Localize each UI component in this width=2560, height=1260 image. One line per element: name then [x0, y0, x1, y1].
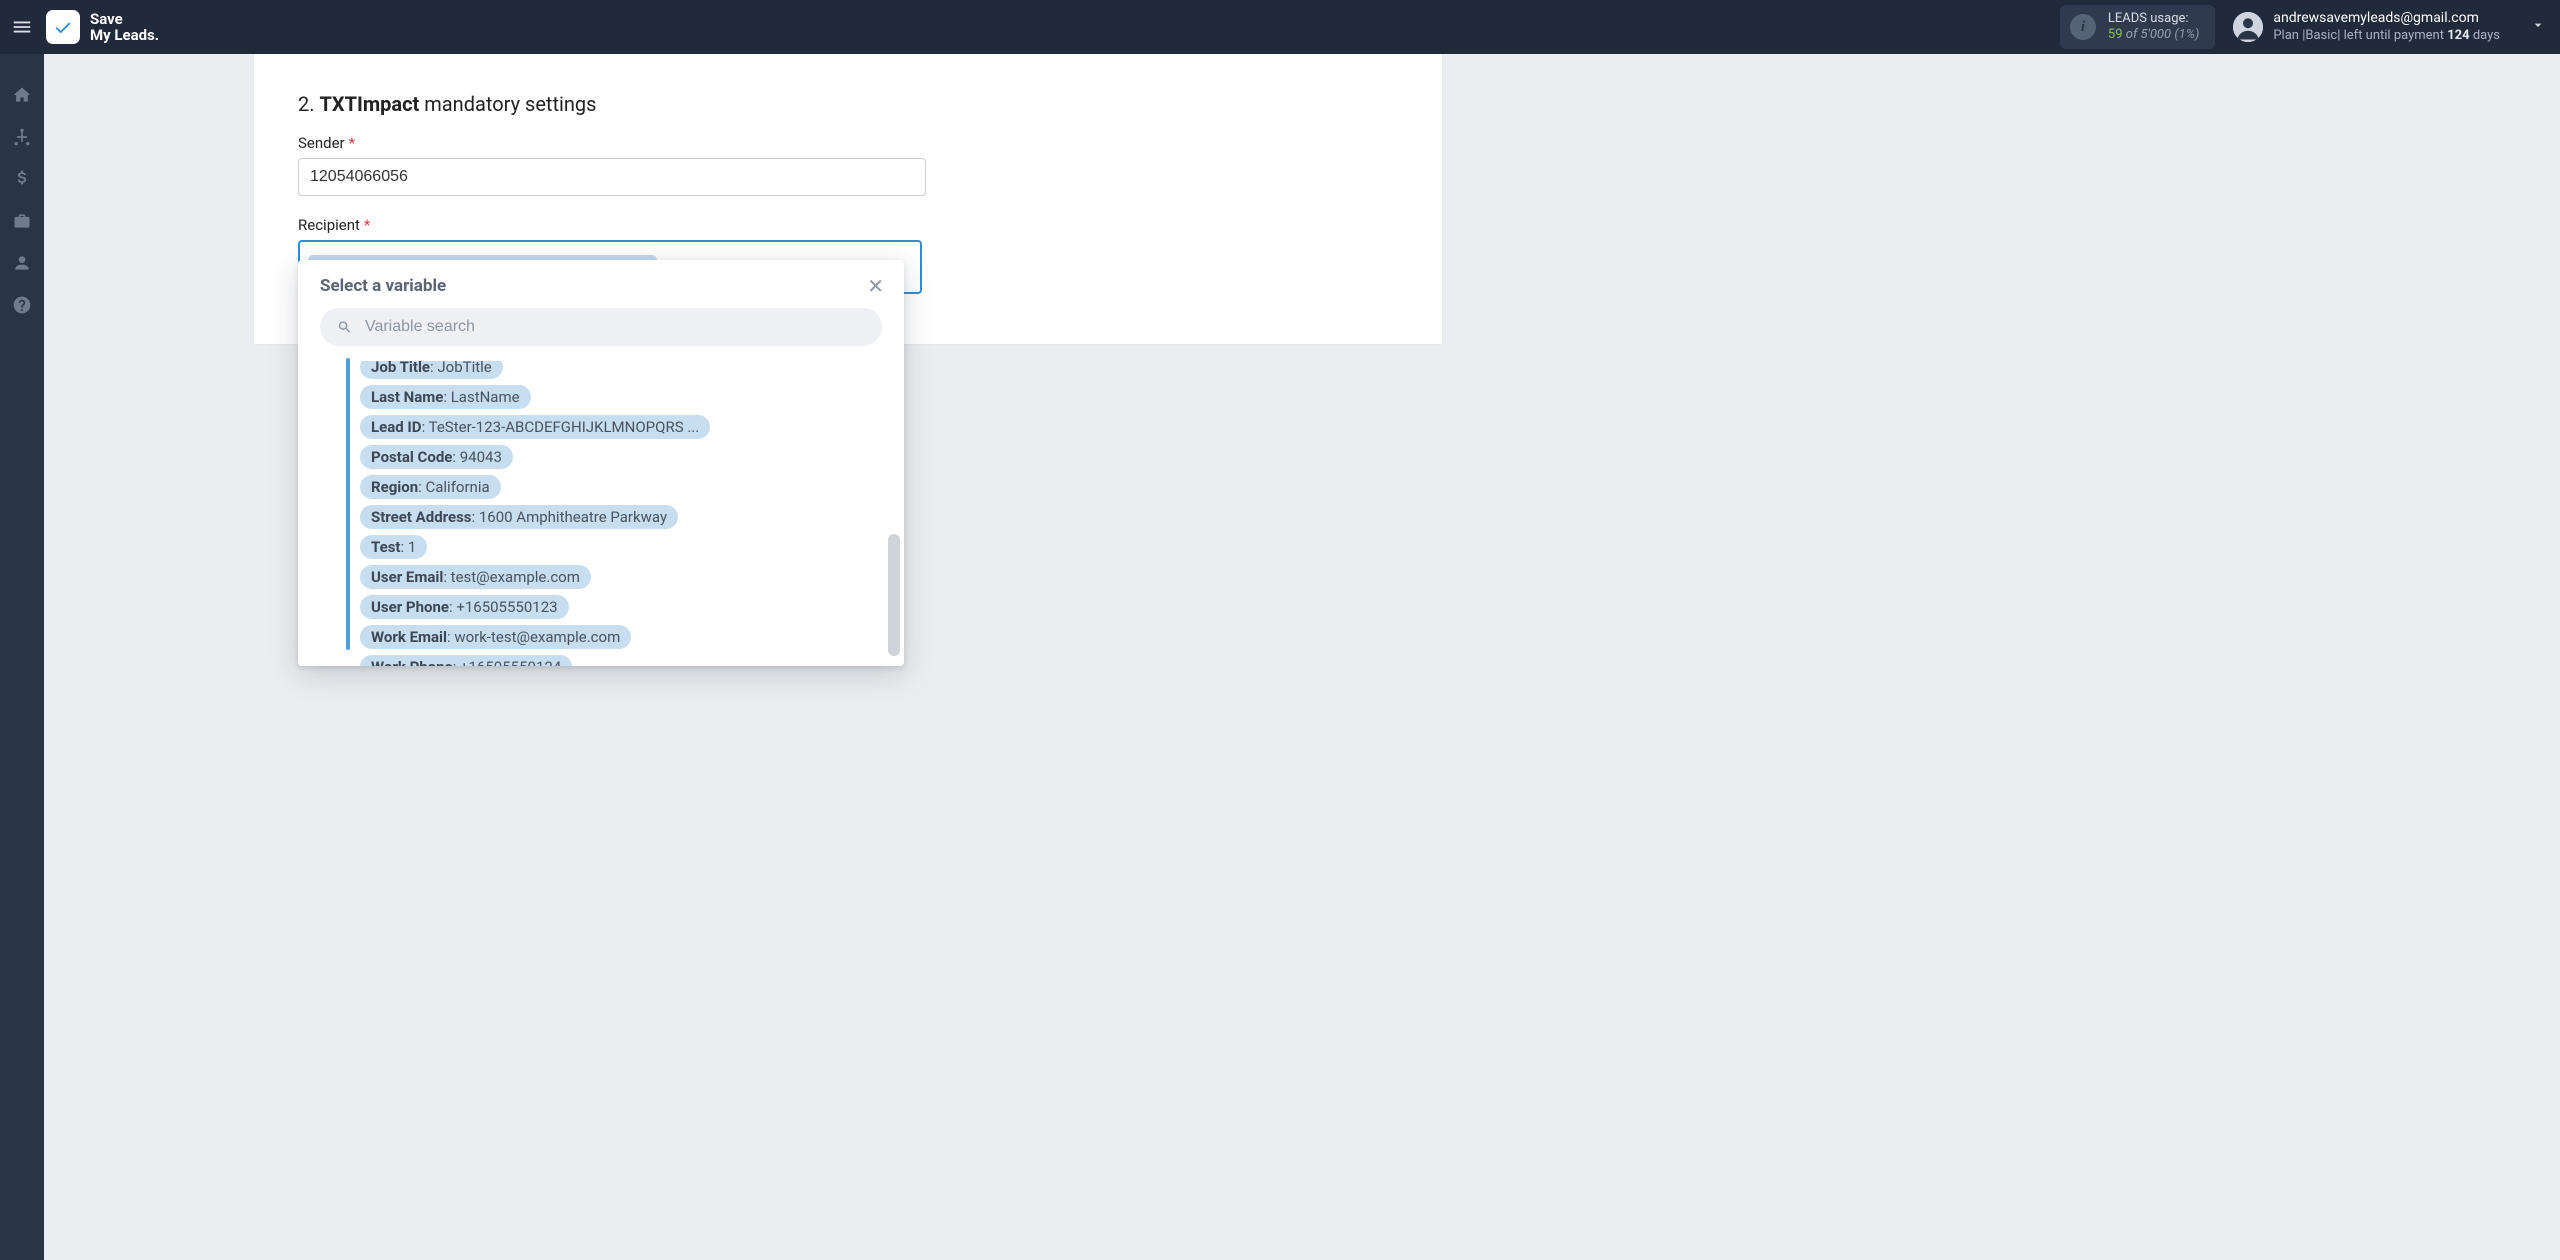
- variable-dropdown: Select a variable ✕ Job Title: JobTitle L…: [298, 260, 904, 666]
- variable-option[interactable]: User Email: test@example.com: [360, 565, 591, 589]
- avatar-icon: [2233, 12, 2263, 42]
- info-icon: i: [2070, 14, 2096, 40]
- sender-label: Sender*: [298, 134, 1398, 152]
- field-sender: Sender*: [298, 134, 1398, 196]
- sidebar-item-home[interactable]: [0, 74, 44, 116]
- variable-option[interactable]: Lead ID: TeSter-123-ABCDEFGHIJKLMNOPQRS …: [360, 415, 710, 439]
- variable-list: Job Title: JobTitle Last Name: LastName Le…: [298, 358, 904, 666]
- variable-search-wrap[interactable]: [320, 308, 882, 346]
- sidebar: [0, 54, 44, 1260]
- sidebar-item-billing[interactable]: [0, 158, 44, 200]
- variable-option[interactable]: Work Email: work-test@example.com: [360, 625, 631, 649]
- brand-text: Save My Leads.: [90, 11, 159, 44]
- scrollbar-thumb[interactable]: [888, 534, 900, 656]
- usage-text: LEADS usage: 59 of 5'000 (1%): [2108, 11, 2199, 44]
- settings-card: 2. TXTImpact mandatory settings Sender* …: [254, 54, 1442, 344]
- variable-search-input[interactable]: [363, 317, 866, 337]
- variable-option[interactable]: Postal Code: 94043: [360, 445, 513, 469]
- recipient-label: Recipient*: [298, 216, 1398, 234]
- brand-logo[interactable]: Save My Leads.: [46, 10, 159, 44]
- hamburger-menu-button[interactable]: [0, 0, 44, 54]
- sidebar-item-account[interactable]: [0, 242, 44, 284]
- leads-usage-badge[interactable]: i LEADS usage: 59 of 5'000 (1%): [2060, 5, 2215, 50]
- variable-option[interactable]: User Phone: +16505550123: [360, 595, 569, 619]
- sender-input[interactable]: [298, 158, 926, 196]
- variable-option[interactable]: Last Name: LastName: [360, 385, 531, 409]
- chevron-down-icon[interactable]: [2530, 17, 2546, 37]
- search-icon: [336, 318, 353, 336]
- list-accent-bar: [346, 358, 350, 650]
- account-text: andrewsavemyleads@gmail.com Plan |Basic|…: [2273, 10, 2500, 44]
- sidebar-item-connections[interactable]: [0, 116, 44, 158]
- variable-option[interactable]: Test: 1: [360, 535, 427, 559]
- section-title: 2. TXTImpact mandatory settings: [298, 92, 1398, 116]
- variable-option[interactable]: Region: California: [360, 475, 501, 499]
- variable-option[interactable]: Job Title: JobTitle: [360, 358, 503, 379]
- dropdown-title: Select a variable: [320, 276, 446, 296]
- sidebar-item-workspace[interactable]: [0, 200, 44, 242]
- sidebar-item-help[interactable]: [0, 284, 44, 326]
- topbar: Save My Leads. i LEADS usage: 59 of 5'00…: [0, 0, 2560, 54]
- close-icon[interactable]: ✕: [867, 276, 884, 296]
- check-icon: [46, 10, 80, 44]
- account-block[interactable]: andrewsavemyleads@gmail.com Plan |Basic|…: [2233, 10, 2546, 44]
- variable-option[interactable]: Street Address: 1600 Amphitheatre Parkwa…: [360, 505, 678, 529]
- variable-option[interactable]: Work Phone: +16505550124: [360, 655, 572, 666]
- page-content: 2. TXTImpact mandatory settings Sender* …: [44, 54, 2560, 1260]
